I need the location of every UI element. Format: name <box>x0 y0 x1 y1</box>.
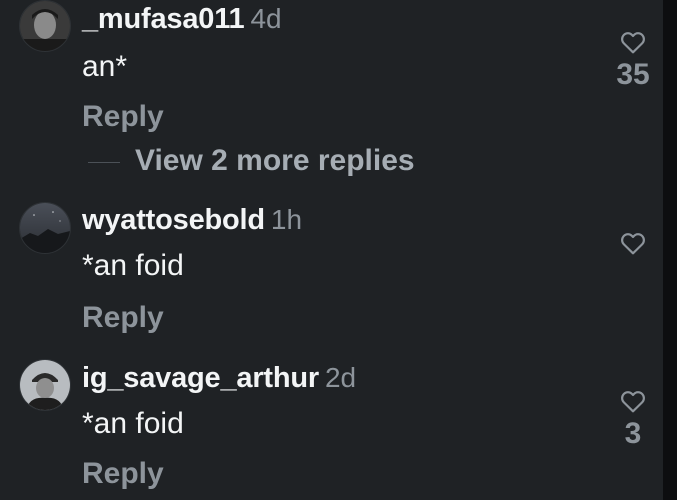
profile-photo-icon <box>20 360 70 410</box>
comment-header: ig_savage_arthur 2d <box>82 362 356 395</box>
comment-item: ig_savage_arthur 2d *an foid Reply 3 <box>0 355 663 500</box>
comment-item: _mufasa011 4d an* Reply 35 View 2 more re… <box>0 0 663 177</box>
avatar[interactable] <box>19 202 71 254</box>
view-more-replies-label: View 2 more replies <box>135 144 415 177</box>
comment-text: *an foid <box>82 407 184 440</box>
heart-icon[interactable] <box>620 389 646 413</box>
divider-line <box>88 162 120 163</box>
username[interactable]: wyattosebold <box>82 204 265 236</box>
side-panel-edge <box>663 0 677 500</box>
like-control: 35 <box>603 30 663 92</box>
timestamp: 1h <box>270 204 303 235</box>
comment-text: an* <box>82 50 128 83</box>
reply-button[interactable]: Reply <box>82 100 164 134</box>
reply-button[interactable]: Reply <box>82 457 164 491</box>
comment-text: *an foid <box>82 249 184 282</box>
timestamp: 4d <box>250 3 282 34</box>
avatar[interactable] <box>19 359 71 411</box>
comment-header: _mufasa011 4d <box>82 3 282 36</box>
like-control: 3 <box>603 389 663 451</box>
timestamp: 2d <box>324 362 357 393</box>
like-count: 35 <box>616 58 650 91</box>
comments-thread: _mufasa011 4d an* Reply 35 View 2 more re… <box>0 0 677 500</box>
heart-icon[interactable] <box>620 30 646 54</box>
username[interactable]: ig_savage_arthur <box>82 362 319 394</box>
username[interactable]: _mufasa011 <box>82 3 245 35</box>
profile-photo-icon <box>20 203 70 253</box>
like-control <box>603 231 663 259</box>
like-count: 3 <box>624 417 642 450</box>
profile-photo-icon <box>20 1 70 51</box>
comment-item: wyattosebold 1h *an foid Reply <box>0 198 663 348</box>
comment-header: wyattosebold 1h <box>82 204 302 237</box>
reply-button[interactable]: Reply <box>82 301 164 335</box>
heart-icon[interactable] <box>620 231 646 255</box>
avatar[interactable] <box>19 0 71 52</box>
